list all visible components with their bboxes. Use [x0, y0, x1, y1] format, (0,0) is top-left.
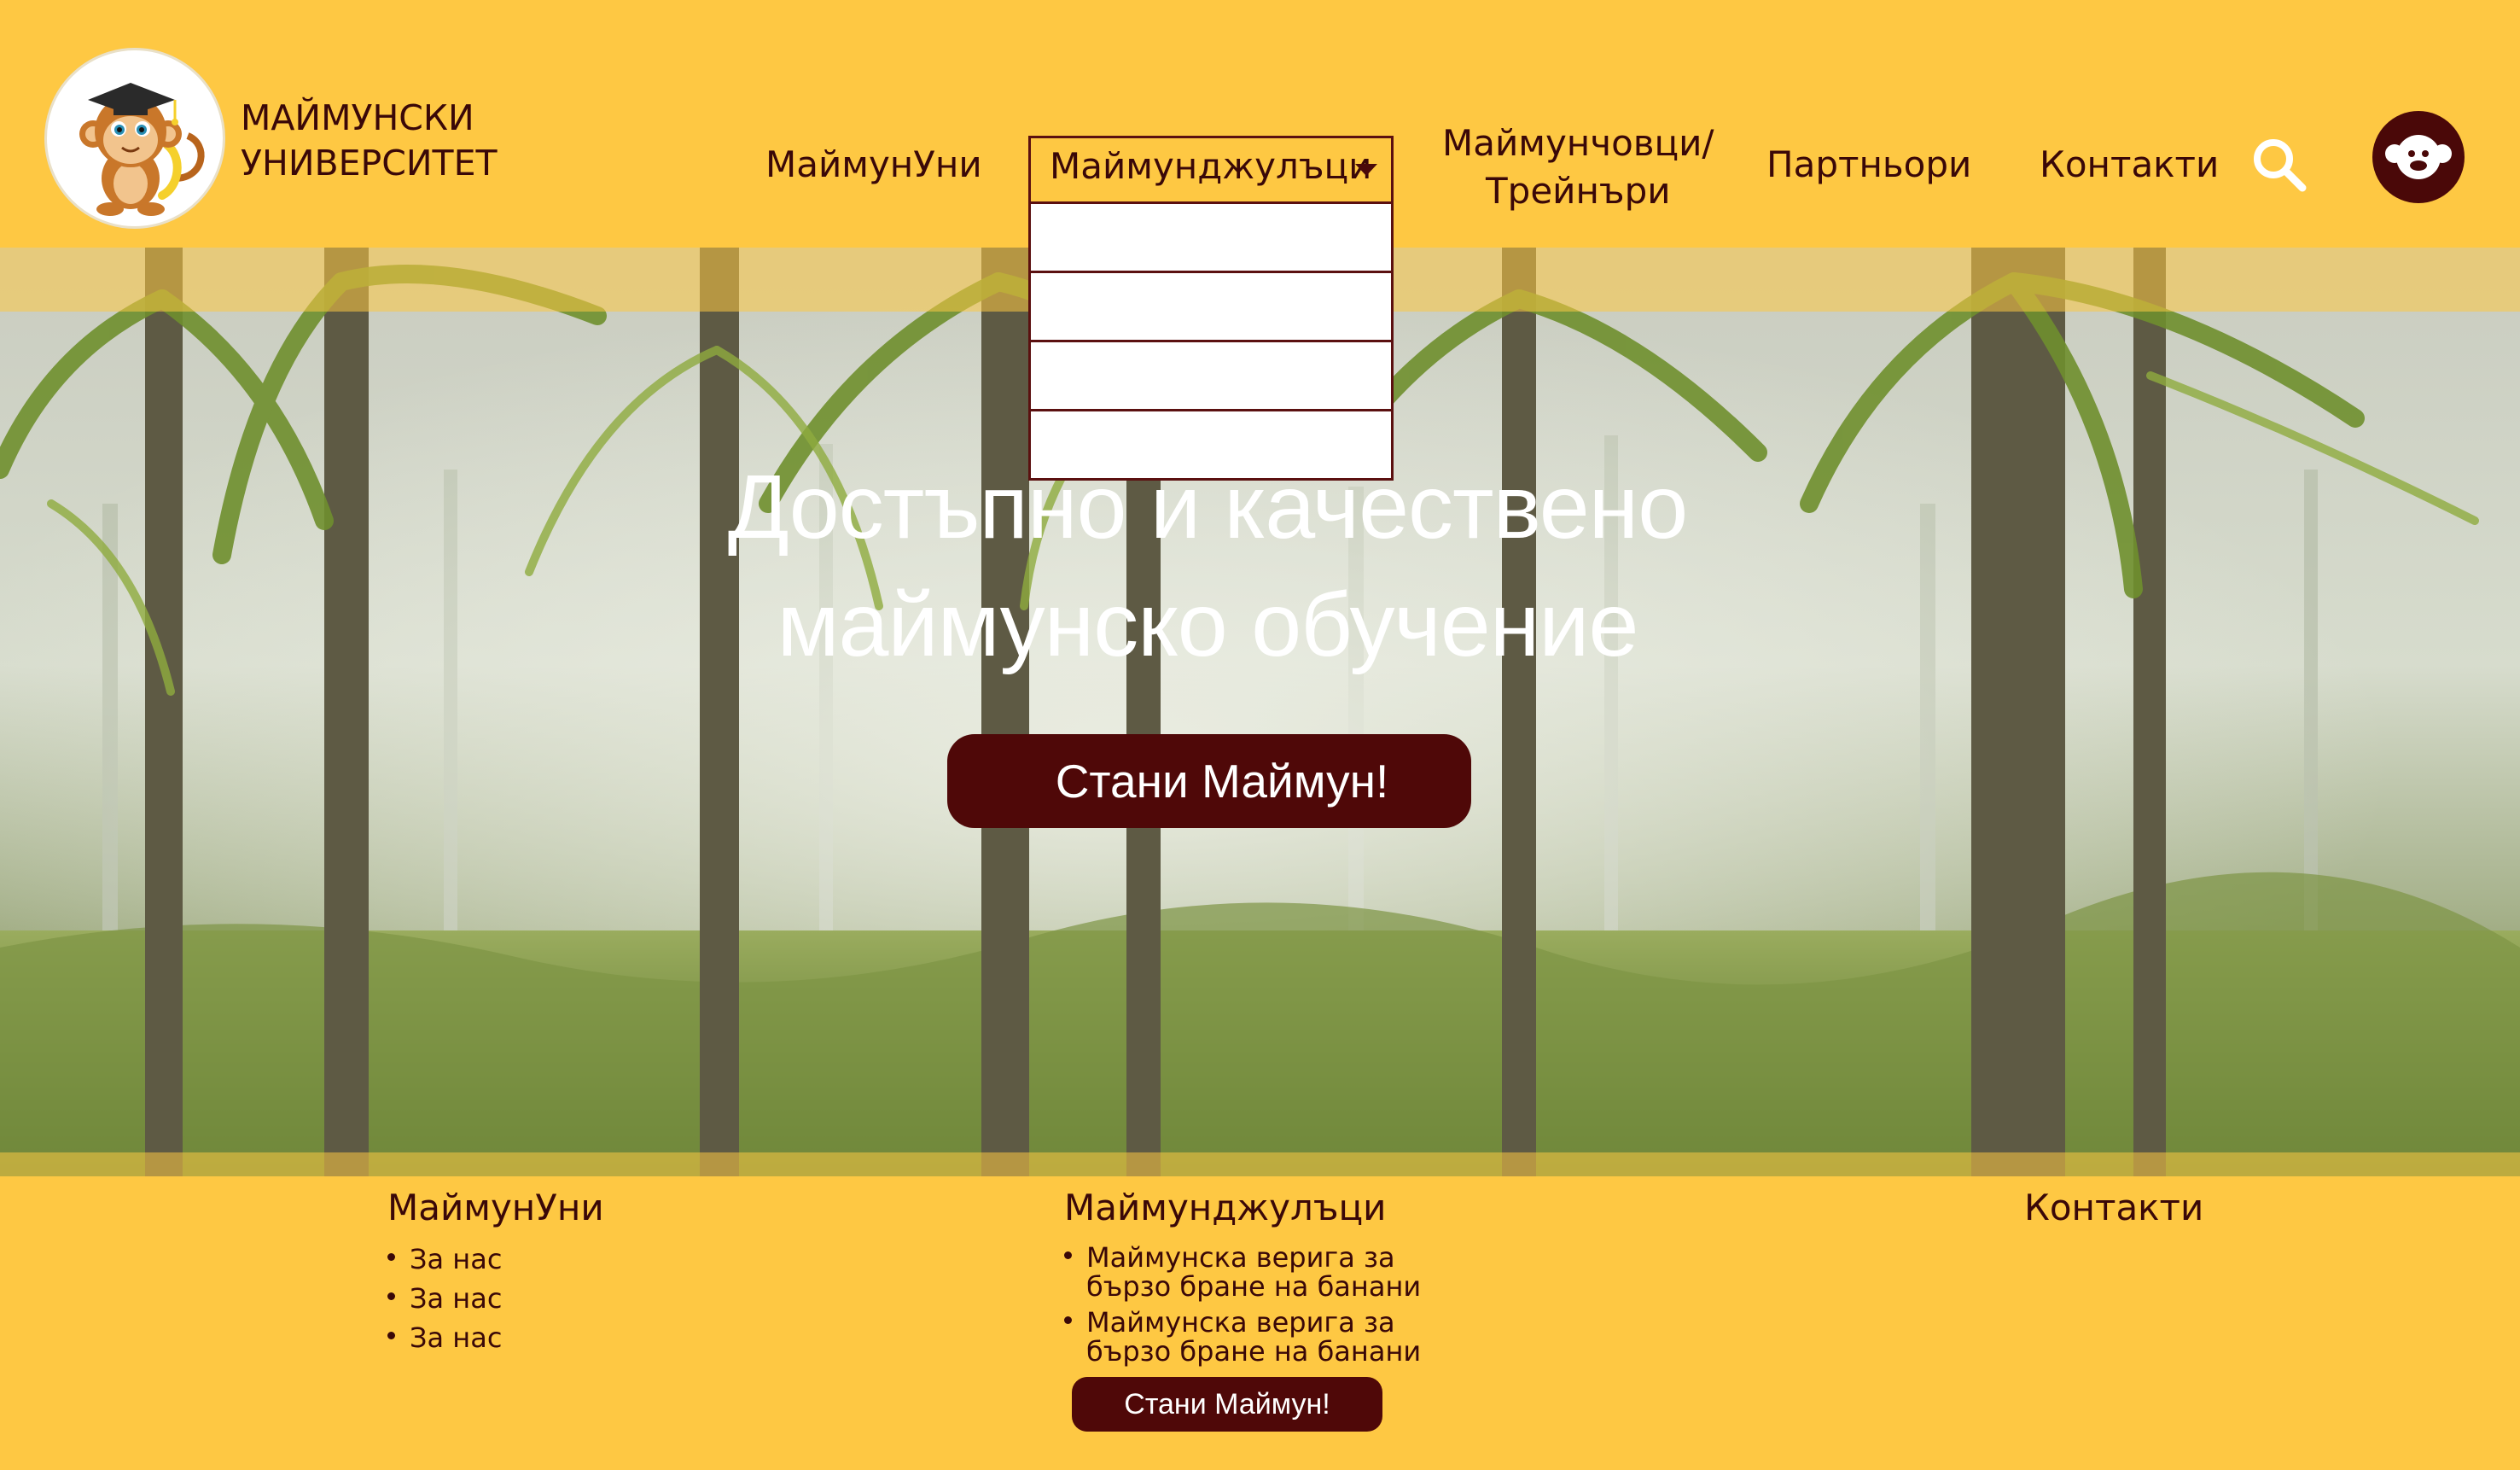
nav-item-trainers-line2: Трейнъри — [1486, 170, 1671, 212]
become-monkey-button[interactable]: Стани Маймун! — [947, 734, 1471, 828]
footer-link-banana-chain[interactable]: Маймунска верига за бързо бране на банан… — [1064, 1308, 1423, 1366]
dropdown-menu-item[interactable] — [1028, 204, 1394, 273]
dropdown-menu-item[interactable] — [1028, 273, 1394, 342]
footer-link-about[interactable]: За нас — [387, 1279, 502, 1318]
footer-become-monkey-button[interactable]: Стани Маймун! — [1072, 1377, 1382, 1432]
nav-dropdown-maimundzhultsi[interactable]: Маймунджулъци — [1028, 136, 1394, 204]
footer-link-line: Маймунска верига за — [1086, 1306, 1395, 1339]
nav-dropdown-menu — [1028, 204, 1394, 481]
hero-title-line2: маймунско обучение — [777, 575, 1639, 675]
footer-link-about[interactable]: За нас — [387, 1240, 502, 1279]
nav-item-partners[interactable]: Партньори — [1766, 143, 1971, 185]
footer-link-line: бързо бране на банани — [1086, 1335, 1422, 1368]
monkey-avatar-icon — [2385, 135, 2452, 179]
hero-bottom-tint — [0, 1152, 2520, 1176]
brand-name[interactable]: МАЙМУНСКИ УНИВЕРСИТЕТ — [241, 96, 498, 186]
search-icon — [2254, 139, 2307, 192]
nav-item-trainers-line1: Маймунчовци/ — [1442, 122, 1714, 164]
footer-links-maimununi: За нас За нас За нас — [387, 1240, 502, 1357]
hero-title: Достъпно и качествено маймунско обучение — [0, 448, 2415, 684]
footer-link-banana-chain[interactable]: Маймунска верига за бързо бране на банан… — [1064, 1243, 1423, 1301]
monkey-graduate-logo — [79, 83, 205, 216]
nav-item-trainers[interactable]: Маймунчовци/ Трейнъри — [1442, 120, 1714, 215]
footer-links-maimundzhultsi: Маймунска верига за бързо бране на банан… — [1064, 1243, 1423, 1373]
brand-name-line2: УНИВЕРСИТЕТ — [241, 143, 498, 184]
nav-item-contacts[interactable]: Контакти — [2040, 143, 2219, 185]
footer-title-contacts[interactable]: Контакти — [2024, 1187, 2203, 1228]
footer-link-about[interactable]: За нас — [387, 1318, 502, 1357]
footer-link-line: бързо бране на банани — [1086, 1270, 1422, 1303]
caret-down-icon — [1355, 164, 1377, 176]
site-footer: МаймунУни За нас За нас За нас Маймунджу… — [0, 1176, 2520, 1470]
dropdown-menu-item[interactable] — [1028, 411, 1394, 481]
footer-title-maimununi[interactable]: МаймунУни — [387, 1187, 604, 1228]
nav-item-maimununi[interactable]: МаймунУни — [765, 143, 982, 185]
logo[interactable] — [44, 48, 225, 229]
dropdown-menu-item[interactable] — [1028, 342, 1394, 411]
user-avatar-button[interactable] — [2372, 111, 2465, 203]
brand-name-line1: МАЙМУНСКИ — [241, 97, 474, 138]
nav-dropdown-label: Маймунджулъци — [1050, 145, 1372, 187]
search-button[interactable] — [2249, 135, 2309, 195]
footer-link-line: Маймунска верига за — [1086, 1241, 1395, 1274]
footer-title-maimundzhultsi[interactable]: Маймунджулъци — [1064, 1187, 1386, 1228]
